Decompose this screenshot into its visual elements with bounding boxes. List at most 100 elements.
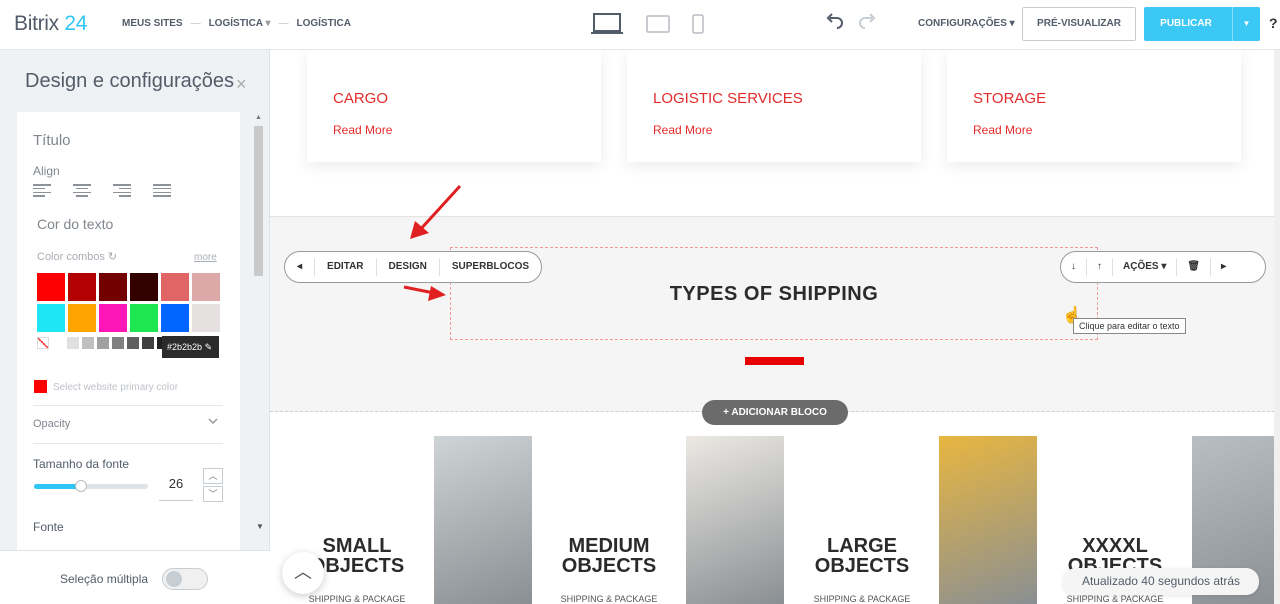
scroll-up-icon[interactable]: ▲ bbox=[255, 114, 262, 121]
bitrix-logo[interactable]: Bitrix 24 bbox=[14, 12, 87, 36]
product-subtitle: SHIPPING & PACKAGE bbox=[1066, 594, 1164, 604]
hex-color-value[interactable]: #2b2b2b ✎ bbox=[162, 336, 219, 358]
grey-swatch[interactable] bbox=[127, 337, 139, 349]
publish-button[interactable]: PUBLICAR ▼ bbox=[1144, 7, 1260, 41]
settings-menu[interactable]: CONFIGURAÇÕES ▾ bbox=[918, 18, 1015, 29]
service-card: LOGISTIC SERVICES Read More bbox=[627, 50, 921, 162]
section-heading[interactable]: TYPES OF SHIPPING bbox=[650, 283, 898, 306]
color-swatch[interactable] bbox=[99, 273, 127, 301]
superblocks-button[interactable]: SUPERBLOCOS bbox=[440, 258, 541, 276]
multi-select-toggle[interactable] bbox=[162, 568, 208, 590]
help-icon[interactable]: ? bbox=[1269, 15, 1278, 31]
color-swatch[interactable] bbox=[68, 304, 96, 332]
divider bbox=[33, 443, 223, 444]
product-card: MEDIUM OBJECTS SHIPPING & PACKAGE bbox=[532, 436, 784, 604]
device-switcher bbox=[590, 12, 704, 36]
product-subtitle: SHIPPING & PACKAGE bbox=[308, 594, 406, 604]
grey-swatch[interactable] bbox=[67, 337, 79, 349]
color-swatch[interactable] bbox=[99, 304, 127, 332]
grey-swatch[interactable] bbox=[142, 337, 154, 349]
section-title: Título bbox=[33, 132, 71, 149]
color-swatch[interactable] bbox=[161, 304, 189, 332]
heading-underline bbox=[745, 357, 804, 365]
color-swatch[interactable] bbox=[192, 273, 220, 301]
grey-swatch[interactable] bbox=[97, 337, 109, 349]
color-swatch[interactable] bbox=[37, 273, 65, 301]
publish-label: PUBLICAR bbox=[1160, 18, 1212, 29]
saved-status: Atualizado 40 segundos atrás bbox=[1063, 568, 1259, 595]
read-more-link[interactable]: Read More bbox=[653, 123, 712, 137]
block-edit-toolbar: ◂ EDITAR DESIGN SUPERBLOCOS bbox=[284, 251, 543, 283]
grey-swatch[interactable] bbox=[112, 337, 124, 349]
toggle-knob bbox=[166, 571, 182, 587]
grey-swatch[interactable] bbox=[82, 337, 94, 349]
logo-text: Bitrix bbox=[14, 12, 59, 35]
color-swatch[interactable] bbox=[192, 304, 220, 332]
tablet-icon[interactable] bbox=[646, 14, 670, 34]
opacity-label[interactable]: Opacity bbox=[33, 418, 70, 430]
color-swatch[interactable] bbox=[68, 273, 96, 301]
no-color-swatch[interactable] bbox=[37, 337, 49, 349]
chevron-down-icon: ▾ bbox=[265, 18, 271, 29]
read-more-link[interactable]: Read More bbox=[973, 123, 1032, 137]
next-block-icon[interactable]: ▸ bbox=[1211, 258, 1236, 276]
color-combos-text: Color combos bbox=[37, 251, 105, 263]
primary-color-label[interactable]: Select website primary color bbox=[53, 382, 178, 393]
align-justify-icon[interactable] bbox=[153, 184, 171, 197]
font-size-input[interactable]: 26 bbox=[159, 469, 193, 501]
publish-dropdown-icon[interactable]: ▼ bbox=[1232, 7, 1260, 41]
redo-icon[interactable] bbox=[858, 13, 876, 31]
prev-block-icon[interactable]: ◂ bbox=[285, 258, 316, 276]
annotation-arrow bbox=[403, 285, 446, 301]
hex-value-text: #2b2b2b bbox=[167, 342, 203, 352]
read-more-link[interactable]: Read More bbox=[333, 123, 392, 137]
decrement-icon[interactable]: ﹀ bbox=[203, 486, 223, 502]
move-up-icon[interactable]: ↑ bbox=[1087, 258, 1113, 276]
crumb-logistica-2[interactable]: LOGÍSTICA bbox=[296, 18, 350, 29]
increment-icon[interactable]: ︿ bbox=[203, 468, 223, 484]
primary-color-swatch[interactable] bbox=[34, 380, 47, 393]
scrollbar-thumb[interactable] bbox=[254, 126, 263, 276]
more-link[interactable]: more bbox=[194, 252, 217, 263]
sidebar-scrollbar[interactable]: ▲ bbox=[254, 114, 263, 534]
product-subtitle: SHIPPING & PACKAGE bbox=[813, 594, 911, 604]
grey-swatch[interactable] bbox=[52, 337, 64, 349]
product-image bbox=[686, 436, 784, 604]
actions-button[interactable]: AÇÕES ▾ bbox=[1113, 258, 1178, 276]
undo-icon[interactable] bbox=[826, 13, 844, 31]
slider-knob[interactable] bbox=[74, 480, 87, 492]
scroll-down-icon[interactable]: ▼ bbox=[256, 522, 264, 531]
trash-icon[interactable]: 🗑 bbox=[1177, 258, 1212, 276]
settings-panel: Título Align Cor do texto Color combos ↻… bbox=[17, 112, 240, 550]
canvas-scrollbar[interactable] bbox=[1274, 50, 1280, 604]
font-label: Fonte bbox=[33, 520, 64, 534]
color-swatch[interactable] bbox=[37, 304, 65, 332]
close-icon[interactable]: × bbox=[236, 74, 247, 95]
chevron-down-icon[interactable] bbox=[207, 415, 219, 427]
scroll-top-button[interactable]: ︿ bbox=[282, 552, 324, 594]
crumb-logistica-1[interactable]: LOGÍSTICA ▾ bbox=[209, 18, 271, 29]
font-size-slider[interactable] bbox=[34, 480, 148, 492]
color-swatch[interactable] bbox=[130, 273, 158, 301]
top-bar: Bitrix 24 MEUS SITES — LOGÍSTICA ▾ — LOG… bbox=[0, 0, 1280, 50]
desktop-icon[interactable] bbox=[590, 12, 624, 36]
mobile-icon[interactable] bbox=[692, 14, 704, 34]
preview-button[interactable]: PRÉ-VISUALIZAR bbox=[1022, 7, 1136, 41]
align-right-icon[interactable] bbox=[113, 184, 131, 197]
reset-icon[interactable]: ↻ bbox=[108, 251, 117, 263]
color-swatch[interactable] bbox=[130, 304, 158, 332]
crumb-separator: — bbox=[278, 18, 289, 29]
product-card: LARGE OBJECTS SHIPPING & PACKAGE bbox=[785, 436, 1037, 604]
add-block-button[interactable]: + ADICIONAR BLOCO bbox=[702, 400, 848, 425]
move-down-icon[interactable]: ↓ bbox=[1061, 258, 1087, 276]
edit-button[interactable]: EDITAR bbox=[315, 258, 377, 276]
color-swatches bbox=[37, 273, 220, 332]
crumb-meus-sites[interactable]: MEUS SITES bbox=[122, 18, 183, 29]
crumb-logistica-label: LOGÍSTICA bbox=[208, 18, 263, 29]
align-left-icon[interactable] bbox=[33, 184, 51, 197]
product-image bbox=[939, 436, 1037, 604]
color-swatch[interactable] bbox=[161, 273, 189, 301]
align-center-icon[interactable] bbox=[73, 184, 91, 197]
design-button[interactable]: DESIGN bbox=[377, 258, 440, 276]
color-combos-label: Color combos ↻ bbox=[37, 250, 117, 263]
